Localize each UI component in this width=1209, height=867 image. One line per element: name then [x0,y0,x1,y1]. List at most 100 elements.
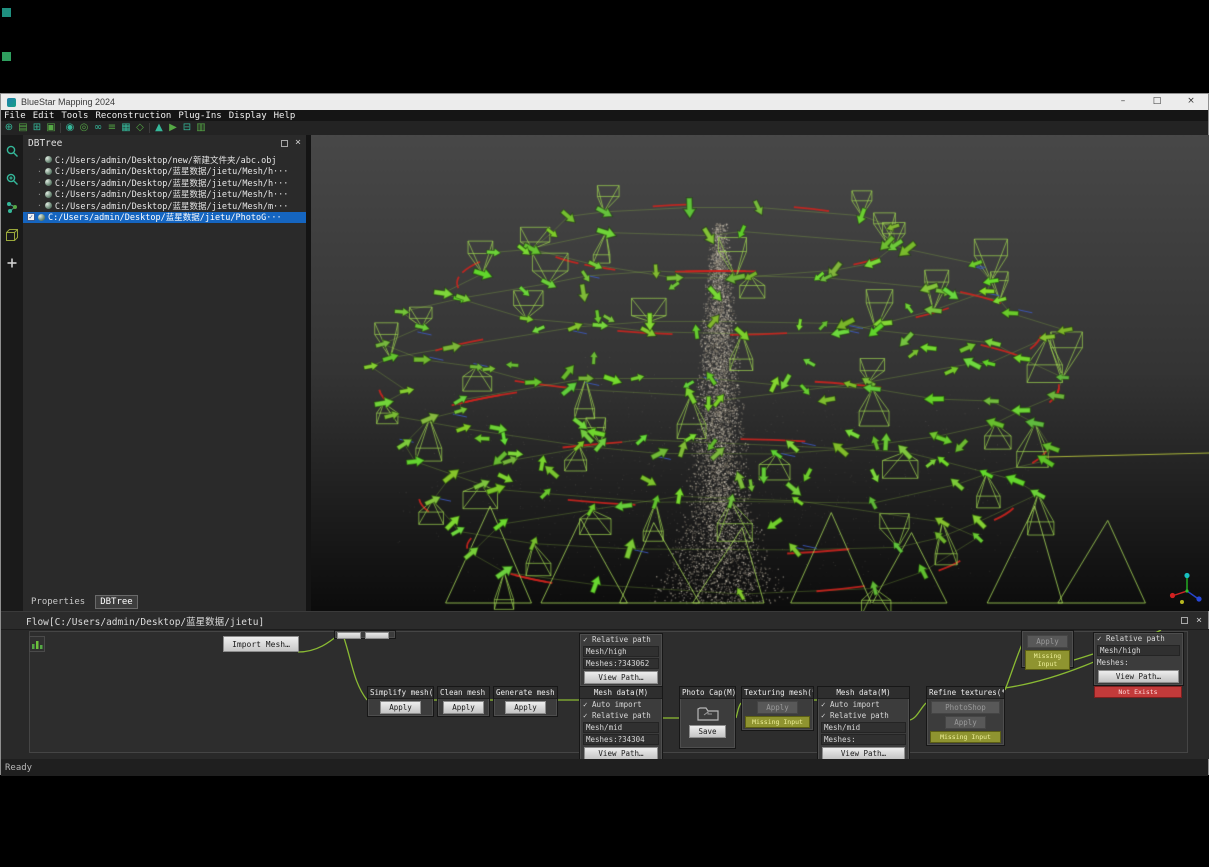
mesh-path-field[interactable]: Mesh/high [583,646,659,657]
up-icon[interactable]: ▲ [153,122,165,134]
pin-icon[interactable] [1181,617,1188,624]
dbtree-item[interactable]: ·C:/Users/admin/Desktop/new/新建文件夹/abc.ob… [23,154,306,166]
scene-graph-icon[interactable] [5,199,19,218]
mesh-icon[interactable]: ▦ [120,122,132,134]
search-icon[interactable] [5,143,19,162]
panel-close-icon[interactable]: × [295,138,301,148]
flow-overview-icon[interactable] [29,636,45,652]
node-simplify-mesh[interactable]: Simplify mesh(*) Apply [367,686,434,717]
table-icon[interactable]: ▥ [195,122,207,134]
menu-tools[interactable]: Tools [61,111,88,121]
pin-icon[interactable] [281,140,288,147]
node-title: Refine textures(*) [927,687,1004,699]
tab-dbtree[interactable]: DBTree [95,595,138,609]
apply-button-disabled[interactable]: Apply [1027,635,1068,648]
relative-path-checkbox[interactable]: ✓ Relative path [580,634,662,645]
menu-plugins[interactable]: Plug-Ins [178,111,221,121]
viewport-3d[interactable] [311,135,1209,611]
model-sphere-icon [38,214,45,221]
meshes-label: Meshes: [1094,657,1183,668]
node-title: Photo Cap(M) [680,687,735,699]
save-button[interactable]: Save [689,725,725,738]
apply-button-disabled[interactable]: Apply [757,701,798,714]
grid-icon[interactable]: ▤ [17,122,29,134]
node-texturing-mesh[interactable]: Texturing mesh(*) Apply Missing Input [741,686,814,731]
tab-properties[interactable]: Properties [27,596,89,608]
menu-reconstruction[interactable]: Reconstruction [95,111,171,121]
dbtree-item[interactable]: ·C:/Users/admin/Desktop/蓝星数据/jietu/Mesh/… [23,177,306,189]
layers-icon[interactable]: ≡ [106,122,118,134]
meshes-field[interactable]: Meshes: [821,734,906,745]
relative-path-checkbox[interactable]: ✓ Relative path [580,710,662,721]
node-mesh-data-high[interactable]: ✓ Relative path Mesh/high Meshes:?343062… [579,633,663,687]
model-sphere-icon [45,202,52,209]
app-icon [7,98,16,107]
auto-import-checkbox[interactable]: ✓ Auto import [580,699,662,710]
target-icon[interactable]: ⊕ [3,122,15,134]
mesh-path-field[interactable]: Mesh/mid [821,722,906,733]
collapse-icon[interactable]: ⊟ [181,122,193,134]
camera-icon[interactable]: ◉ [64,122,76,134]
photoshop-button-disabled[interactable]: PhotoShop [931,701,1000,714]
meshes-field[interactable]: Meshes:?34304 [583,734,659,745]
cube-grid-icon[interactable] [5,227,19,246]
clipped-button[interactable] [337,632,361,639]
node-refine-textures[interactable]: Refine textures(*) PhotoShop Apply Missi… [926,686,1005,746]
view-path-button[interactable]: View Path… [822,747,905,759]
relative-path-checkbox[interactable]: ✓ Relative path [818,710,909,721]
mesh-path-field[interactable]: Mesh/mid [583,722,659,733]
apply-button-disabled[interactable]: Apply [945,716,986,729]
view-path-button[interactable]: View Path… [584,671,658,684]
node-mesh-data-mid[interactable]: Mesh data(M) ✓ Auto import ✓ Relative pa… [579,686,663,759]
apply-button[interactable]: Apply [505,701,546,714]
dbtree-item[interactable]: · C:/Users/admin/Desktop/蓝星数据/jietu/Mesh/… [23,189,306,201]
dbtree-item-label: C:/Users/admin/Desktop/蓝星数据/jietu/Mesh/h… [55,189,289,201]
node-mesh-data-mid-2[interactable]: Mesh data(M) ✓ Auto import ✓ Relative pa… [817,686,910,759]
missing-input-badge: Missing Input [1025,650,1070,670]
checkbox-checked-icon[interactable]: ✓ [27,213,35,221]
node-generate-mesh-uv[interactable]: Generate mesh UV(*) Apply [493,686,558,717]
open-icon[interactable]: ⊞ [31,122,43,134]
dbtree-item-selected[interactable]: ✓C:/Users/admin/Desktop/蓝星数据/jietu/Photo… [23,212,306,224]
panel-close-icon[interactable]: × [1196,616,1202,626]
tree-bullet-icon: · [37,190,42,199]
play-icon[interactable]: ▶ [167,122,179,134]
dbtree-item-label: C:/Users/admin/Desktop/new/新建文件夹/abc.obj [55,154,277,166]
dbtree-item-label: C:/Users/admin/Desktop/蓝星数据/jietu/Mesh/m… [55,200,289,212]
zoom-in-icon[interactable] [5,171,19,190]
node-clipped-top[interactable] [334,630,396,639]
auto-import-checkbox[interactable]: ✓ Auto import [818,699,909,710]
save-icon[interactable]: ▣ [45,122,57,134]
minimize-button[interactable]: – [1106,94,1140,110]
missing-input-badge: Missing Input [930,731,1001,743]
globe-icon[interactable]: ◎ [78,122,90,134]
import-mesh-button[interactable]: Import Mesh… [223,636,299,652]
node-mesh-data-high-right[interactable]: ✓ Relative path Mesh/high Meshes: View P… [1093,632,1184,686]
link-icon[interactable]: ∞ [92,122,104,134]
folder-icon [696,703,720,723]
node-photo-cap[interactable]: Photo Cap(M) Save [679,686,736,749]
maximize-button[interactable]: □ [1140,94,1174,110]
relative-path-checkbox[interactable]: ✓ Relative path [1094,633,1183,644]
meshes-field[interactable]: Meshes:?343062 [583,658,659,669]
flow-canvas[interactable]: Import Mesh… ✓ Relative path Mesh/high M… [1,629,1209,759]
close-button[interactable]: × [1174,94,1208,110]
node-clean-mesh[interactable]: Clean mesh (*) Apply [437,686,490,717]
view-path-button[interactable]: View Path… [1098,670,1179,683]
menu-edit[interactable]: Edit [33,111,55,121]
view-path-button[interactable]: View Path… [584,747,658,759]
diamond-icon[interactable]: ◇ [134,122,146,134]
dbtree-item[interactable]: ·C:/Users/admin/Desktop/蓝星数据/jietu/Mesh/… [23,166,306,178]
menu-help[interactable]: Help [274,111,296,121]
menu-display[interactable]: Display [229,111,267,121]
node-partial-right[interactable]: Apply Missing Input [1021,630,1074,668]
clipped-button[interactable] [365,632,389,639]
menu-file[interactable]: File [4,111,26,121]
dbtree-item[interactable]: ·C:/Users/admin/Desktop/蓝星数据/jietu/Mesh/… [23,200,306,212]
title-bar[interactable]: BlueStar Mapping 2024 – □ × [1,94,1208,110]
add-icon[interactable] [5,255,19,274]
axis-gizmo-icon[interactable] [1167,569,1207,609]
mesh-path-field[interactable]: Mesh/high [1097,645,1180,656]
apply-button[interactable]: Apply [380,701,421,714]
apply-button[interactable]: Apply [443,701,484,714]
